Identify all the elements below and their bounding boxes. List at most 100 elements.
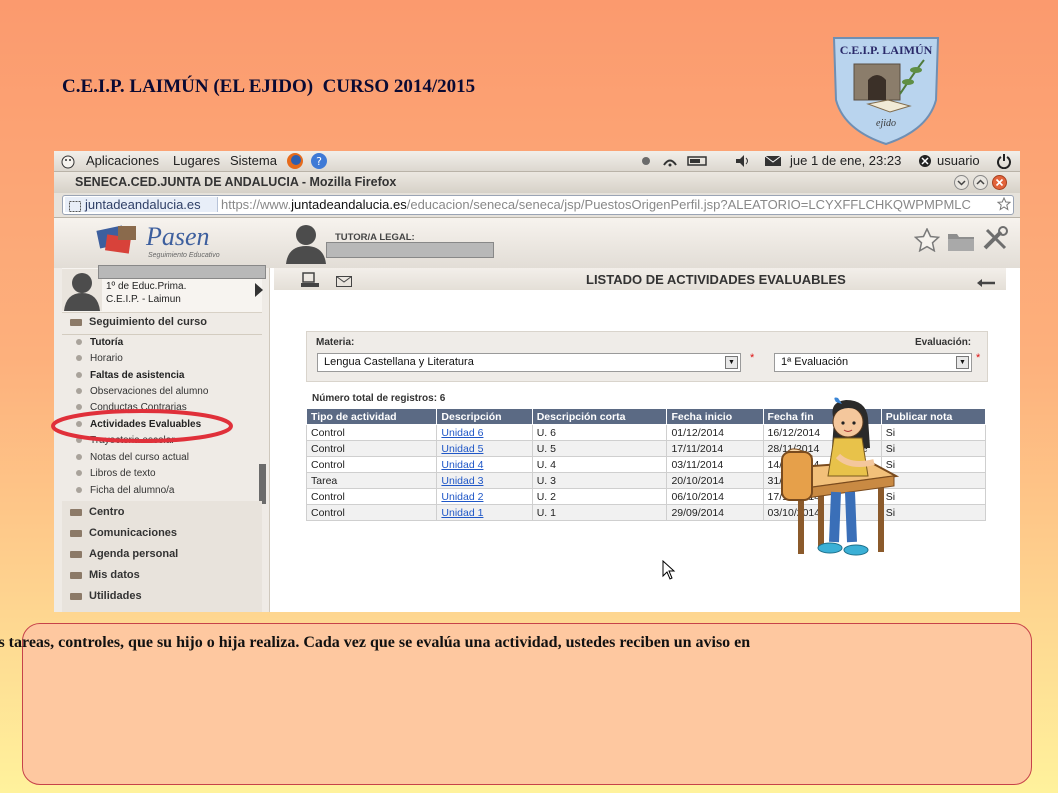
folder-icon: [70, 509, 82, 516]
total-records: Número total de registros: 6: [312, 393, 446, 404]
menu-sistema[interactable]: Sistema: [230, 153, 277, 168]
sidebar-item-tutoria[interactable]: Tutoría: [90, 337, 123, 348]
url-prefix: https://www.: [221, 197, 292, 212]
slide-title: C.E.I.P. LAIMÚN (EL EJIDO) CURSO 2014/20…: [62, 76, 476, 97]
volume-icon[interactable]: [734, 154, 752, 171]
section-utilidades[interactable]: Utilidades: [62, 587, 262, 607]
tools-icon[interactable]: [981, 226, 1009, 257]
pasen-brand: Pasen: [146, 222, 210, 251]
student-clipart: [781, 397, 900, 556]
firefox-launcher-icon[interactable]: [286, 152, 304, 173]
menu-lugares[interactable]: Lugares: [173, 153, 220, 168]
cell-fecha-inicio: 29/09/2014: [666, 504, 764, 521]
cell-descripcion-link[interactable]: Unidad 4: [436, 456, 533, 473]
cell-descripcion-corta: U. 5: [531, 440, 668, 457]
url-field[interactable]: juntadeandalucia.es https://www.juntadea…: [62, 195, 1014, 215]
url-text[interactable]: https://www.juntadeandalucia.es/educacio…: [221, 197, 971, 212]
required-mark: *: [750, 352, 755, 364]
cell-descripcion-link[interactable]: Unidad 2: [436, 488, 533, 505]
cell-descripcion-link[interactable]: Unidad 5: [436, 440, 533, 457]
required-mark: *: [976, 352, 981, 364]
site-identity-label: juntadeandalucia.es: [85, 197, 201, 212]
evaluacion-select-value: 1ª Evaluación: [781, 356, 849, 368]
mouse-cursor-icon: [662, 559, 676, 585]
section-label: Utilidades: [89, 590, 142, 602]
bullet-icon: [76, 339, 82, 345]
cell-tipo: Control: [305, 488, 438, 505]
bullet-icon: [76, 487, 82, 493]
menu-aplicaciones[interactable]: Aplicaciones: [86, 153, 159, 168]
back-arrow-icon[interactable]: [976, 275, 996, 293]
svg-text:?: ?: [316, 155, 322, 168]
page-title: LISTADO DE ACTIVIDADES EVALUABLES: [586, 272, 846, 287]
window-maximize-button[interactable]: [973, 175, 988, 193]
section-label: Comunicaciones: [89, 527, 178, 539]
firefox-titlebar: SENECA.CED.JUNTA DE ANDALUCIA - Mozilla …: [54, 172, 1020, 193]
section-agenda[interactable]: Agenda personal: [62, 545, 262, 565]
url-domain: juntadeandalucia.es: [291, 197, 407, 212]
sidebar-item-notas[interactable]: Notas del curso actual: [90, 452, 189, 463]
section-seguimiento[interactable]: Seguimiento del curso: [62, 313, 262, 333]
user-menu[interactable]: usuario: [937, 153, 980, 168]
site-identity-icon: [69, 199, 81, 217]
highlight-ring: [51, 409, 233, 443]
cell-tipo: Control: [305, 504, 438, 521]
tutor-avatar-icon: [284, 222, 328, 269]
power-icon[interactable]: [996, 153, 1012, 172]
student-name-redacted: [98, 265, 266, 279]
window-minimize-button[interactable]: [954, 175, 969, 193]
clock[interactable]: jue 1 de ene, 23:23: [790, 153, 901, 168]
cell-fecha-inicio: 17/11/2014: [666, 440, 764, 457]
gnome-panel: Aplicaciones Lugares Sistema ? jue 1 de …: [54, 151, 1020, 172]
sidebar-item-ficha[interactable]: Ficha del alumno/a: [90, 485, 175, 496]
column-header[interactable]: Descripción: [436, 408, 533, 425]
cell-tipo: Tarea: [305, 472, 438, 489]
section-centro[interactable]: Centro: [62, 503, 262, 523]
sidebar-item-libros[interactable]: Libros de texto: [90, 468, 156, 479]
favorites-star-icon[interactable]: [913, 227, 941, 257]
folder-icon[interactable]: [947, 230, 975, 257]
cell-descripcion-link[interactable]: Unidad 6: [436, 424, 533, 441]
print-icon[interactable]: [300, 272, 320, 293]
mail-icon[interactable]: [764, 155, 782, 170]
logo-text-top: C.E.I.P. LAIMÚN: [840, 43, 933, 57]
network-tray-icon[interactable]: [640, 154, 710, 171]
cell-tipo: Control: [305, 424, 438, 441]
section-label: Agenda personal: [89, 548, 179, 560]
url-path: /educacion/seneca/seneca/jsp/PuestosOrig…: [406, 197, 971, 212]
student-expand-icon[interactable]: [254, 282, 264, 303]
materia-select[interactable]: Lengua Castellana y Literatura ▼: [317, 353, 741, 372]
tutor-name-redacted: [326, 242, 494, 258]
gnome-foot-icon[interactable]: [60, 153, 76, 172]
dropdown-arrow-icon: ▼: [725, 356, 738, 369]
materia-select-value: Lengua Castellana y Literatura: [324, 356, 474, 368]
cell-fecha-inicio: 20/10/2014: [666, 472, 764, 489]
sidebar-collapse-handle[interactable]: [259, 464, 266, 504]
cell-descripcion-link[interactable]: Unidad 1: [436, 504, 533, 521]
sidebar-item-faltas[interactable]: Faltas de asistencia: [90, 370, 185, 381]
bullet-icon: [76, 388, 82, 394]
column-header[interactable]: Fecha inicio: [666, 408, 764, 425]
cell-tipo: Control: [305, 456, 438, 473]
student-class: 1º de Educ.Prima.: [106, 281, 187, 292]
window-close-button[interactable]: [992, 175, 1007, 193]
column-header[interactable]: Descripción corta: [531, 408, 668, 425]
section-label: Mis datos: [89, 569, 140, 581]
folder-icon: [70, 572, 82, 579]
bookmark-star-icon[interactable]: [996, 196, 1012, 216]
pasen-logo-icon: [92, 222, 146, 265]
cell-descripcion-link[interactable]: Unidad 3: [436, 472, 533, 489]
cell-fecha-inicio: 01/12/2014: [666, 424, 764, 441]
section-mis-datos[interactable]: Mis datos: [62, 566, 262, 586]
sidebar-item-horario[interactable]: Horario: [90, 353, 123, 364]
cell-fecha-inicio: 06/10/2014: [666, 488, 764, 505]
email-icon[interactable]: [336, 274, 352, 292]
section-comunicaciones[interactable]: Comunicaciones: [62, 524, 262, 544]
sidebar-item-observaciones[interactable]: Observaciones del alumno: [90, 386, 208, 397]
evaluacion-select[interactable]: 1ª Evaluación ▼: [774, 353, 972, 372]
logo-text-bottom: ejido: [876, 118, 896, 129]
cell-fecha-inicio: 03/11/2014: [666, 456, 764, 473]
navigation-bar: juntadeandalucia.es https://www.juntadea…: [54, 193, 1020, 218]
column-header[interactable]: Tipo de actividad: [305, 408, 438, 425]
help-icon[interactable]: ?: [310, 152, 328, 173]
